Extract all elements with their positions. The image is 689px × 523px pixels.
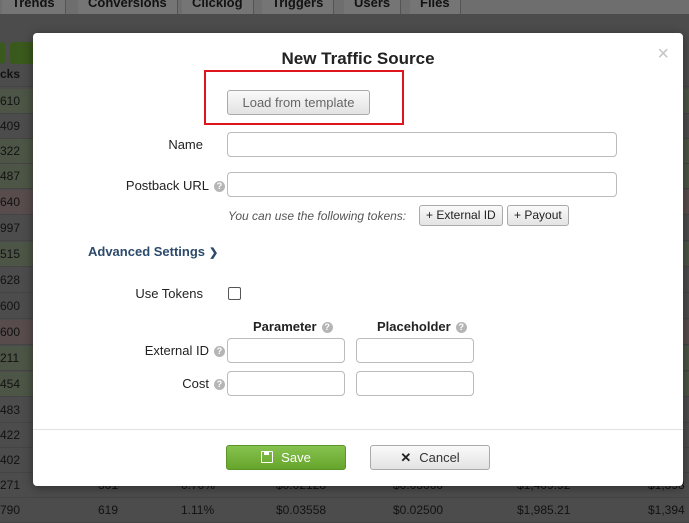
name-label: Name	[168, 137, 203, 152]
close-icon: ✕	[400, 450, 412, 465]
external-id-parameter-input[interactable]	[227, 338, 345, 363]
use-tokens-label: Use Tokens	[135, 286, 203, 301]
parameter-header-text: Parameter	[253, 319, 317, 334]
save-icon	[261, 451, 274, 463]
close-icon[interactable]: ×	[657, 43, 669, 66]
add-external-id-token-button[interactable]: + External ID	[419, 205, 503, 226]
load-from-template-button[interactable]: Load from template	[227, 90, 370, 115]
help-icon[interactable]: ?	[214, 346, 225, 357]
chevron-down-icon: ❯	[209, 247, 219, 259]
cost-placeholder-input[interactable]	[356, 371, 474, 396]
save-button[interactable]: Save	[226, 445, 346, 470]
external-id-label-text: External ID	[144, 343, 209, 358]
help-icon[interactable]: ?	[321, 322, 333, 333]
external-id-placeholder-input[interactable]	[356, 338, 474, 363]
save-label: Save	[281, 450, 311, 465]
postback-url-label: Postback URL?	[73, 178, 225, 193]
name-input[interactable]	[227, 132, 617, 157]
tokens-hint-text: You can use the following tokens:	[228, 209, 407, 223]
help-icon[interactable]: ?	[214, 379, 225, 390]
cancel-label: Cancel	[419, 450, 460, 465]
cancel-button[interactable]: ✕ Cancel	[370, 445, 490, 470]
new-traffic-source-dialog: New Traffic Source × Load from template …	[33, 33, 683, 486]
advanced-settings-label: Advanced Settings	[88, 244, 206, 259]
footer-divider	[33, 429, 683, 430]
parameter-header: Parameter?	[253, 319, 333, 334]
tokens-hint: You can use the following tokens:	[228, 209, 406, 223]
placeholder-header-text: Placeholder	[377, 319, 451, 334]
use-tokens-checkbox[interactable]	[228, 287, 241, 300]
add-payout-token-button[interactable]: + Payout	[507, 205, 569, 226]
placeholder-header: Placeholder?	[377, 319, 467, 334]
help-icon[interactable]: ?	[214, 181, 225, 192]
external-id-label: External ID?	[73, 343, 225, 358]
cost-label: Cost?	[73, 376, 225, 391]
cost-label-text: Cost	[182, 376, 209, 391]
help-icon[interactable]: ?	[455, 322, 467, 333]
postback-url-input[interactable]	[227, 172, 617, 197]
cost-parameter-input[interactable]	[227, 371, 345, 396]
postback-url-label-text: Postback URL	[125, 178, 209, 193]
advanced-settings-toggle[interactable]: Advanced Settings ❯	[88, 244, 218, 259]
dialog-title: New Traffic Source	[281, 49, 435, 68]
